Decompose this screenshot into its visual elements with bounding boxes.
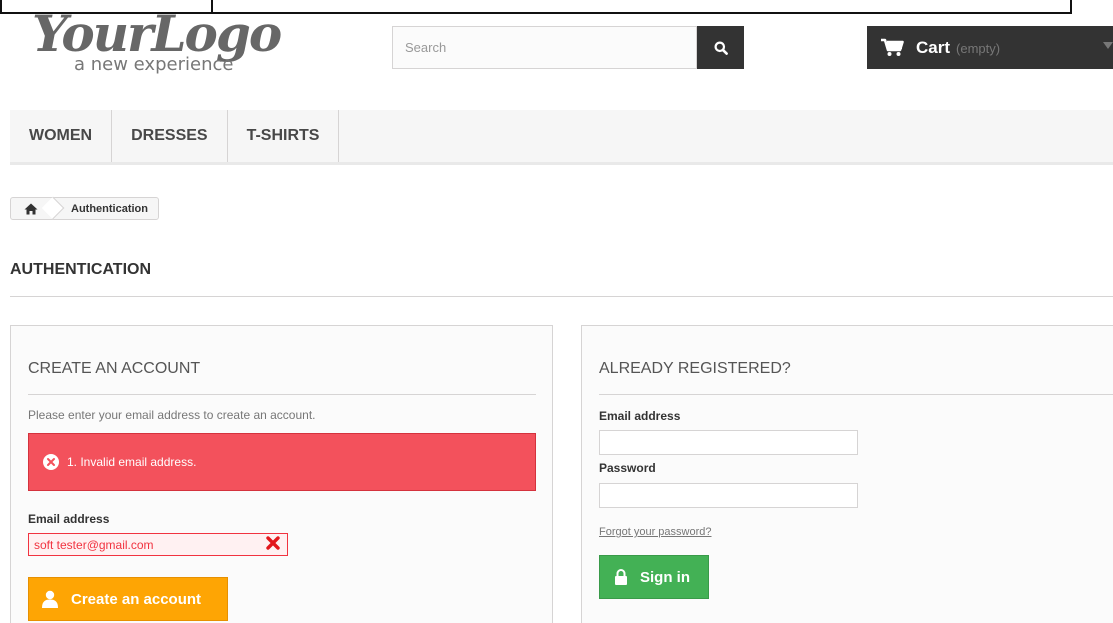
login-email-input[interactable]: [599, 430, 858, 455]
search-button[interactable]: [697, 26, 744, 69]
login-title: ALREADY REGISTERED?: [599, 360, 791, 377]
lock-icon: [615, 569, 627, 585]
create-account-label: Create an account: [71, 590, 202, 608]
cart-label: Cart: [916, 37, 951, 57]
menu-item-tshirts[interactable]: T-SHIRTS: [228, 110, 340, 162]
heading-divider: [10, 296, 1113, 297]
create-account-divider: [28, 394, 536, 395]
error-alert: 1. Invalid email address.: [28, 433, 536, 491]
create-account-button[interactable]: Create an account: [28, 577, 228, 621]
login-password-input[interactable]: [599, 483, 858, 508]
cart-icon: [881, 38, 904, 56]
page-title: AUTHENTICATION: [10, 261, 152, 278]
create-account-panel: CREATE AN ACCOUNT Please enter your emai…: [10, 325, 553, 623]
create-account-title: CREATE AN ACCOUNT: [28, 360, 201, 377]
create-account-note: Please enter your email address to creat…: [28, 408, 316, 422]
site-logo[interactable]: YourLogo a new experience: [30, 4, 310, 78]
sign-in-button[interactable]: Sign in: [599, 555, 709, 599]
user-icon: [42, 590, 58, 608]
forgot-password-link[interactable]: Forgot your password?: [599, 526, 712, 538]
menu-item-women[interactable]: WOMEN: [10, 110, 113, 162]
invalid-x-icon: [266, 536, 280, 550]
login-password-label: Password: [599, 461, 656, 475]
error-message: 1. Invalid email address.: [67, 455, 197, 469]
create-email-input[interactable]: [28, 533, 288, 556]
login-divider: [599, 394, 1113, 395]
login-email-label: Email address: [599, 409, 681, 423]
breadcrumb: Authentication: [10, 197, 159, 220]
cart-button[interactable]: Cart (empty): [867, 26, 1113, 69]
search-input[interactable]: [392, 26, 697, 69]
logo-tagline: a new experience: [74, 54, 234, 75]
breadcrumb-current: Authentication: [71, 202, 148, 215]
error-circle-icon: [43, 454, 59, 470]
search-icon: [714, 41, 728, 55]
sign-in-label: Sign in: [640, 568, 690, 586]
breadcrumb-separator: [51, 198, 65, 219]
cart-status: (empty): [956, 41, 1001, 56]
chevron-down-icon[interactable]: [1103, 42, 1113, 49]
main-menu: WOMEN DRESSES T-SHIRTS: [10, 110, 1113, 165]
home-icon: [24, 203, 38, 214]
create-email-label: Email address: [28, 512, 110, 526]
search-bar: [392, 26, 744, 69]
login-panel: ALREADY REGISTERED? Email address Passwo…: [581, 325, 1113, 623]
menu-item-dresses[interactable]: DRESSES: [112, 110, 228, 162]
